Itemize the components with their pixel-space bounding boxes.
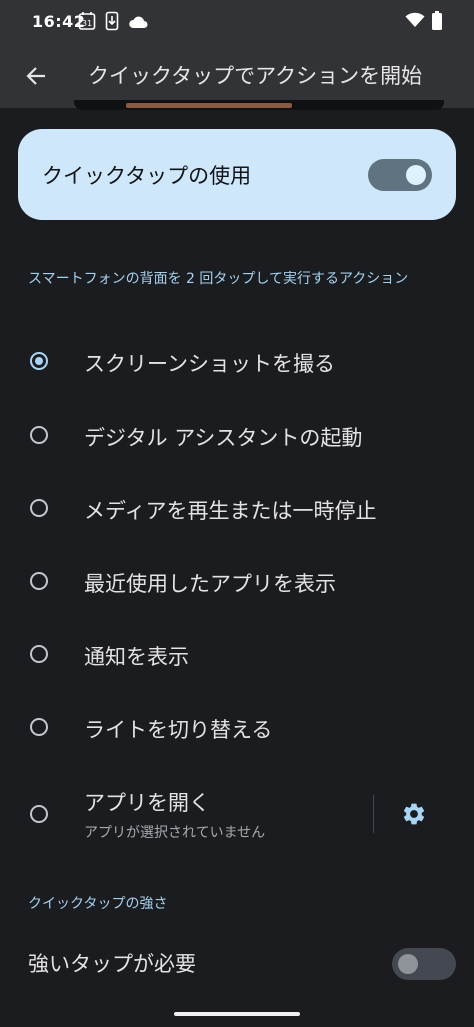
radio-unselected[interactable] — [30, 572, 48, 590]
arrow-back-icon — [26, 67, 45, 85]
option-label: メディアを再生または一時停止 — [84, 499, 377, 523]
gear-icon — [403, 803, 425, 825]
hero-illustration-accent — [126, 103, 292, 108]
actions-section-header: スマートフォンの背面を 2 回タップして実行するアクション — [28, 271, 409, 287]
strong-tap-label: 強いタップが必要 — [28, 952, 196, 976]
calendar-day: 31 — [82, 19, 92, 28]
option-notifications[interactable]: 通知を表示 — [0, 619, 474, 689]
phone-download-icon — [105, 11, 119, 35]
option-flashlight[interactable]: ライトを切り替える — [0, 692, 474, 762]
quick-tap-toggle-card[interactable]: クイックタップの使用 — [18, 129, 456, 220]
option-recent-apps[interactable]: 最近使用したアプリを表示 — [0, 546, 474, 616]
cloud-icon — [128, 14, 148, 33]
quick-tap-toggle-label: クイックタップの使用 — [42, 164, 252, 188]
option-label: ライトを切り替える — [84, 718, 273, 742]
wifi-icon — [405, 12, 425, 32]
radio-unselected[interactable] — [30, 805, 48, 823]
option-label: 通知を表示 — [84, 645, 189, 669]
strong-tap-switch[interactable] — [392, 948, 456, 980]
option-label: アプリを開く — [84, 791, 210, 815]
radio-selected[interactable] — [30, 352, 48, 370]
switch-knob — [398, 954, 418, 974]
divider — [373, 795, 374, 833]
option-screenshot[interactable]: スクリーンショットを撮る — [0, 326, 474, 396]
open-app-settings-button[interactable] — [392, 792, 436, 836]
option-label: 最近使用したアプリを表示 — [84, 572, 336, 596]
radio-unselected[interactable] — [30, 645, 48, 663]
radio-unselected[interactable] — [30, 426, 48, 444]
option-sublabel: アプリが選択されていません — [84, 825, 266, 841]
strength-section-header: クイックタップの強さ — [28, 896, 168, 912]
calendar-icon: 31 — [78, 11, 96, 35]
option-label: デジタル アシスタントの起動 — [84, 426, 363, 450]
status-bar: 16:42 31 — [0, 0, 474, 44]
page-title: クイックタップでアクションを開始 — [88, 64, 423, 88]
gesture-navigation-bar[interactable] — [174, 1012, 300, 1016]
app-bar: クイックタップでアクションを開始 — [0, 44, 474, 108]
back-button[interactable] — [14, 54, 58, 98]
battery-icon — [432, 11, 442, 35]
option-assistant[interactable]: デジタル アシスタントの起動 — [0, 400, 474, 470]
radio-unselected[interactable] — [30, 499, 48, 517]
switch-knob — [406, 165, 426, 185]
option-media[interactable]: メディアを再生または一時停止 — [0, 473, 474, 543]
quick-tap-switch[interactable] — [368, 159, 432, 191]
option-open-app[interactable]: アプリを開く アプリが選択されていません — [0, 779, 360, 849]
option-label: スクリーンショットを撮る — [84, 352, 335, 376]
radio-unselected[interactable] — [30, 718, 48, 736]
